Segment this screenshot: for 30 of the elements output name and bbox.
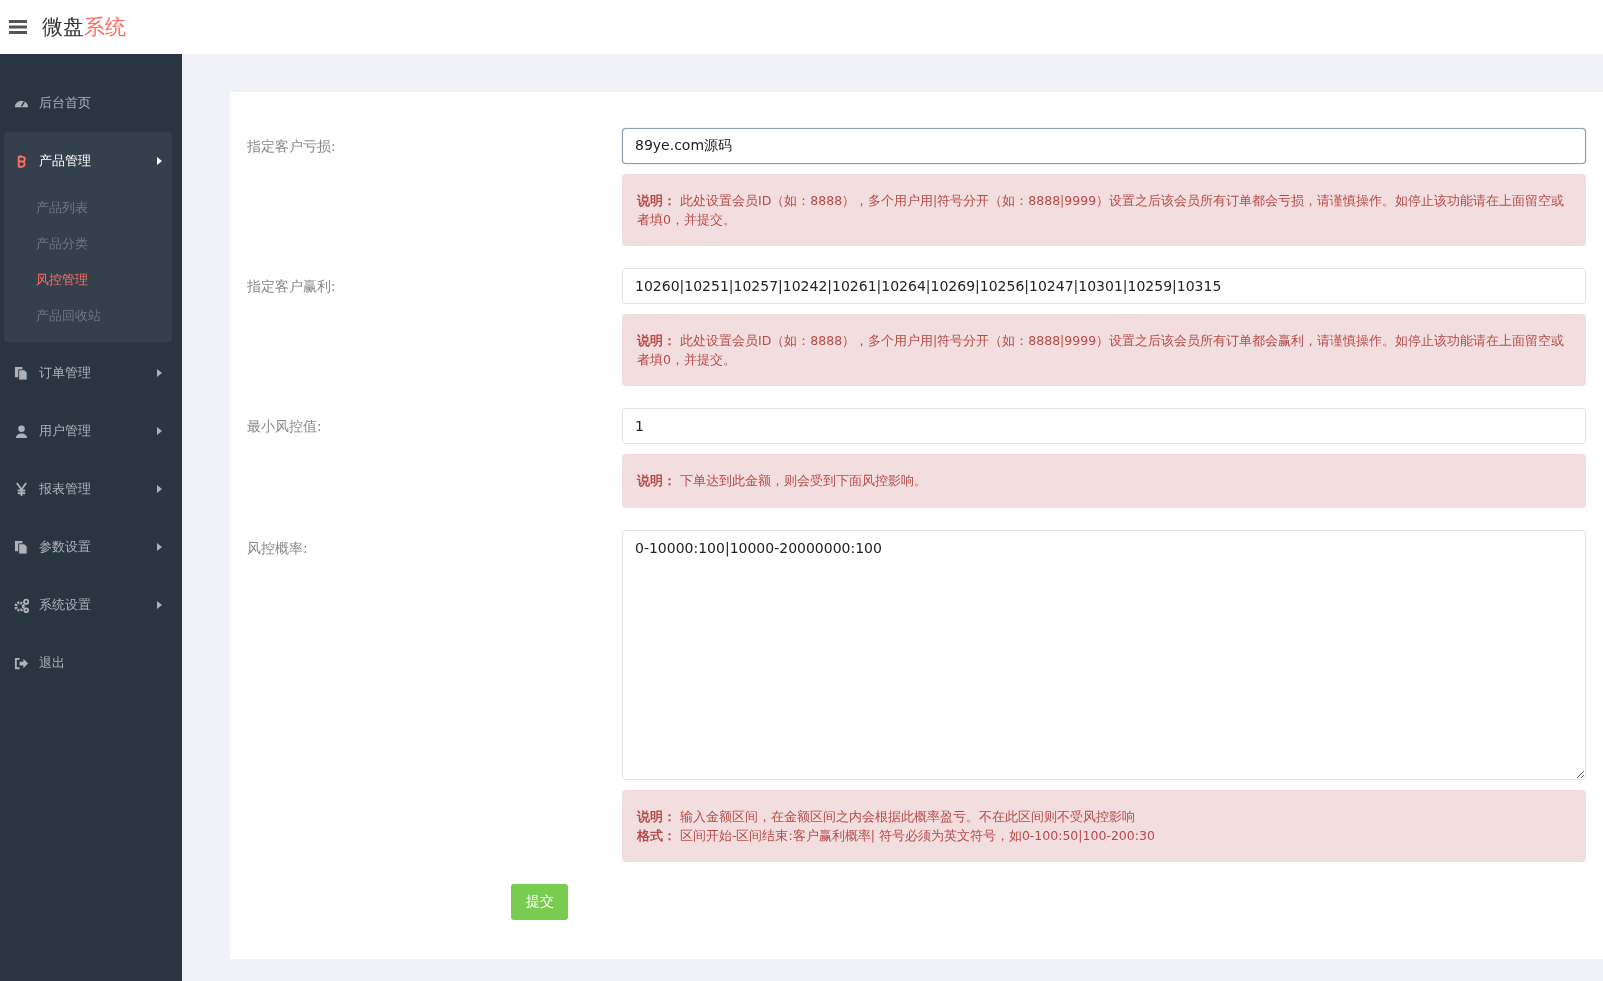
- field-label: 最小风控值:: [247, 417, 323, 436]
- field-label: 指定客户赢利:: [247, 277, 337, 296]
- input-field[interactable]: 1: [622, 408, 1586, 444]
- sidebar-item[interactable]: 报表管理: [4, 460, 172, 518]
- document-icon: [14, 539, 29, 555]
- submenu-item[interactable]: 风控管理: [4, 262, 172, 298]
- gears-icon: [14, 597, 29, 613]
- sidebar-item[interactable]: 参数设置: [4, 518, 172, 576]
- note-text: 说明： 此处设置会员ID（如：8888），多个用户用|符号分开（如：8888|9999）设置之后该会员所有订单都会赢利，请谨慎操作。如停止该功能请在上面留空或者填0，并提交。: [637, 332, 1566, 369]
- input-field[interactable]: 89ye.com源码: [622, 128, 1586, 164]
- sidebar-item[interactable]: 产品管理: [4, 132, 172, 190]
- sidebar-item[interactable]: 系统设置: [4, 576, 172, 634]
- note-text: 说明： 此处设置会员ID（如：8888），多个用户用|符号分开（如：8888|9999）设置之后该会员所有订单都会亏损，请谨慎操作。如停止该功能请在上面留空或者填0，并提交。: [637, 192, 1566, 229]
- logo-text: 微盘系统: [42, 14, 126, 41]
- user-icon: [14, 423, 29, 439]
- yen-icon: [14, 481, 29, 497]
- sign-out-icon: [14, 655, 29, 671]
- sidebar-item[interactable]: 后台首页: [4, 74, 172, 132]
- menu-icon[interactable]: [9, 19, 27, 35]
- text-area[interactable]: 0-10000:100|10000-20000000:100: [622, 530, 1586, 780]
- sidebar-item[interactable]: 退出: [4, 634, 172, 692]
- document-icon: [14, 365, 29, 381]
- sidebar-item[interactable]: 订单管理: [4, 344, 172, 402]
- note-text: 格式： 区间开始-区间结束:客户赢利概率| 符号必须为英文符号，如0-100:50|100-200:30: [637, 827, 1156, 845]
- note-text: 说明： 输入金额区间，在金额区间之内会根据此概率盈亏。不在此区间则不受风控影响: [637, 808, 1136, 826]
- sidebar-item[interactable]: 用户管理: [4, 402, 172, 460]
- field-label: 指定客户亏损:: [247, 137, 337, 156]
- field-label: 风控概率:: [247, 539, 309, 558]
- note-text: 说明： 下单达到此金额，则会受到下面风控影响。: [637, 472, 928, 490]
- input-field[interactable]: 10260|10251|10257|10242|10261|10264|10269|10256|10247|10301|10259|10315: [622, 268, 1586, 304]
